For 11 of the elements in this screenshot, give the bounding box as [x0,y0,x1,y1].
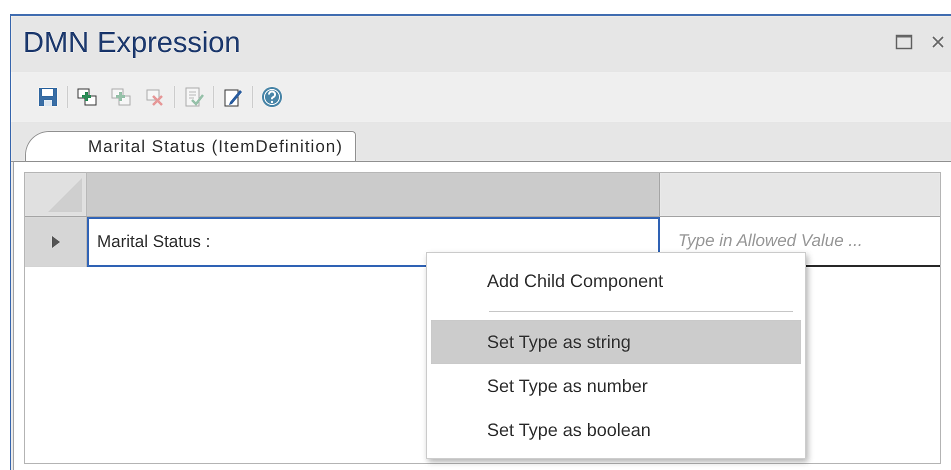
tab[interactable]: Marital Status (ItemDefinition) [25,131,356,161]
help-icon[interactable] [261,86,283,108]
window-title: DMN Expression [23,26,241,62]
maximize-icon[interactable] [895,33,913,51]
save-icon[interactable] [37,86,59,108]
menu-item[interactable]: Set Type as boolean [431,408,801,452]
menu-item[interactable]: Set Type as string [431,320,801,364]
row-pointer-icon [50,235,60,249]
add-window-icon[interactable] [76,86,98,108]
menu-item[interactable]: Set Type as number [431,364,801,408]
close-icon[interactable] [931,35,945,49]
